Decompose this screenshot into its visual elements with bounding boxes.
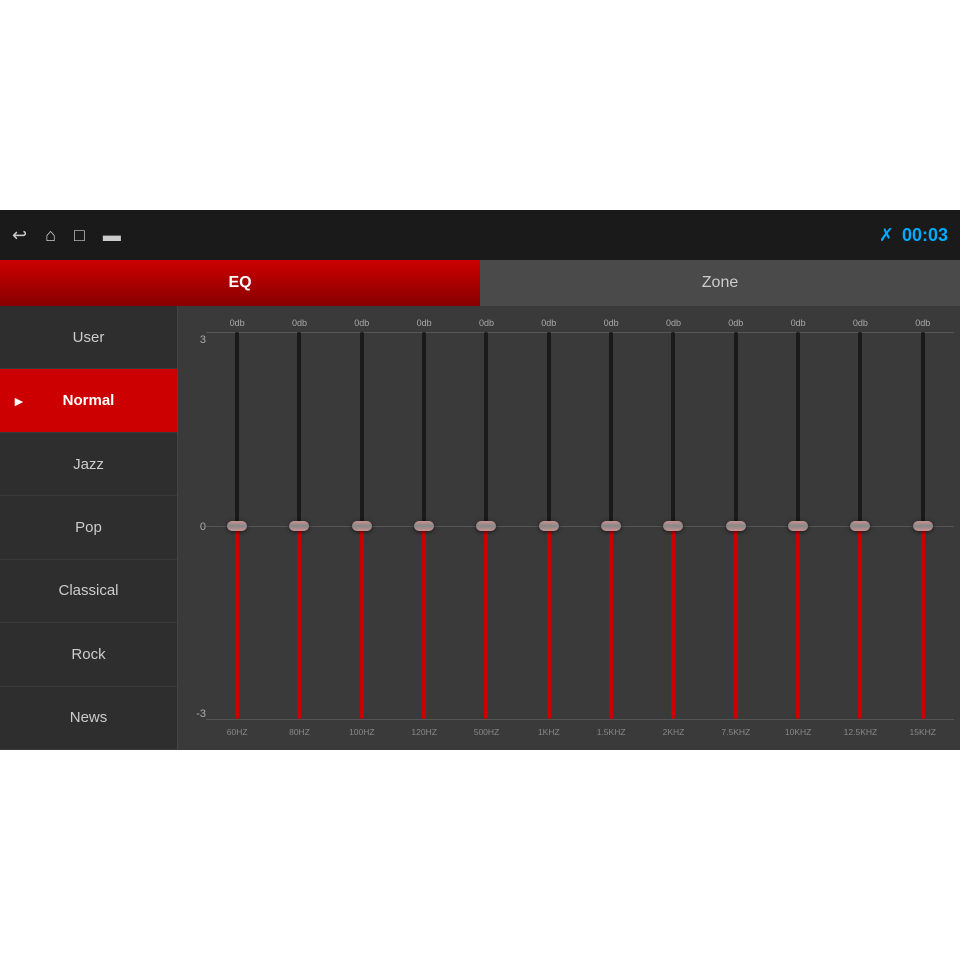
freq-label-0: 60HZ <box>206 722 268 742</box>
freq-label-10: 12.5KHZ <box>829 722 891 742</box>
sidebar-label-classical: Classical <box>58 582 118 599</box>
freq-label-3: 120HZ <box>393 722 455 742</box>
window-icon[interactable]: □ <box>74 225 85 246</box>
sidebar-item-normal[interactable]: ► Normal <box>0 369 177 432</box>
sidebar-item-classical[interactable]: Classical <box>0 560 177 623</box>
image-icon[interactable]: ▬ <box>103 225 121 246</box>
slider-track-1[interactable] <box>297 332 301 719</box>
play-arrow-icon: ► <box>12 393 26 409</box>
tab-zone[interactable]: Zone <box>480 260 960 306</box>
slider-track-8[interactable] <box>734 332 738 719</box>
slider-track-7[interactable] <box>671 332 675 719</box>
sidebar-item-user[interactable]: User <box>0 306 177 369</box>
slider-thumb-0[interactable] <box>227 521 247 531</box>
slider-track-0[interactable] <box>235 332 239 719</box>
db-value-7: 0db <box>642 314 704 332</box>
freq-label-8: 7.5KHZ <box>705 722 767 742</box>
db-label-bot: -3 <box>196 708 206 720</box>
slider-thumb-7[interactable] <box>663 521 683 531</box>
sidebar-label-rock: Rock <box>71 646 105 663</box>
db-value-8: 0db <box>705 314 767 332</box>
freq-label-7: 2KHZ <box>642 722 704 742</box>
slider-col-4[interactable] <box>455 332 517 719</box>
tab-eq[interactable]: EQ <box>0 260 480 306</box>
slider-col-5[interactable] <box>518 332 580 719</box>
slider-thumb-10[interactable] <box>850 521 870 531</box>
sidebar-item-pop[interactable]: Pop <box>0 496 177 559</box>
db-value-9: 0db <box>767 314 829 332</box>
tab-bar: EQ Zone <box>0 260 960 306</box>
freq-label-1: 80HZ <box>268 722 330 742</box>
bluetooth-icon: ✗ <box>879 225 894 246</box>
slider-col-0[interactable] <box>206 332 268 719</box>
slider-track-4[interactable] <box>484 332 488 719</box>
slider-thumb-4[interactable] <box>476 521 496 531</box>
slider-track-9[interactable] <box>796 332 800 719</box>
db-value-2: 0db <box>331 314 393 332</box>
freq-label-4: 500HZ <box>455 722 517 742</box>
slider-thumb-1[interactable] <box>289 521 309 531</box>
db-value-4: 0db <box>455 314 517 332</box>
slider-thumb-6[interactable] <box>601 521 621 531</box>
slider-track-5[interactable] <box>547 332 551 719</box>
db-value-11: 0db <box>892 314 954 332</box>
slider-col-8[interactable] <box>705 332 767 719</box>
slider-col-10[interactable] <box>829 332 891 719</box>
db-value-6: 0db <box>580 314 642 332</box>
main-content: User ► Normal Jazz Pop Classical Rock Ne… <box>0 306 960 750</box>
sidebar-label-pop: Pop <box>75 519 102 536</box>
sidebar-item-rock[interactable]: Rock <box>0 623 177 686</box>
slider-thumb-2[interactable] <box>352 521 372 531</box>
db-value-3: 0db <box>393 314 455 332</box>
sidebar: User ► Normal Jazz Pop Classical Rock Ne… <box>0 306 178 750</box>
back-icon[interactable]: ↩ <box>12 225 27 246</box>
slider-track-6[interactable] <box>609 332 613 719</box>
eq-area: 30-30db0db0db0db0db0db0db0db0db0db0db0db… <box>178 306 960 750</box>
freq-label-5: 1KHZ <box>518 722 580 742</box>
slider-thumb-3[interactable] <box>414 521 434 531</box>
slider-col-2[interactable] <box>331 332 393 719</box>
slider-track-11[interactable] <box>921 332 925 719</box>
home-icon[interactable]: ⌂ <box>45 225 56 246</box>
top-bar: ↩ ⌂ □ ▬ ✗ 00:03 <box>0 210 960 260</box>
slider-track-10[interactable] <box>858 332 862 719</box>
db-value-0: 0db <box>206 314 268 332</box>
freq-label-9: 10KHZ <box>767 722 829 742</box>
slider-thumb-5[interactable] <box>539 521 559 531</box>
sidebar-label-user: User <box>73 329 105 346</box>
slider-col-7[interactable] <box>642 332 704 719</box>
slider-col-1[interactable] <box>268 332 330 719</box>
freq-label-6: 1.5KHZ <box>580 722 642 742</box>
freq-label-2: 100HZ <box>331 722 393 742</box>
db-value-10: 0db <box>829 314 891 332</box>
db-value-5: 0db <box>518 314 580 332</box>
sidebar-item-news[interactable]: News <box>0 687 177 750</box>
slider-track-3[interactable] <box>422 332 426 719</box>
slider-col-6[interactable] <box>580 332 642 719</box>
sidebar-label-jazz: Jazz <box>73 456 104 473</box>
db-value-1: 0db <box>268 314 330 332</box>
slider-track-2[interactable] <box>360 332 364 719</box>
time-display: 00:03 <box>902 225 948 246</box>
slider-thumb-11[interactable] <box>913 521 933 531</box>
slider-thumb-9[interactable] <box>788 521 808 531</box>
sidebar-item-jazz[interactable]: Jazz <box>0 433 177 496</box>
slider-col-9[interactable] <box>767 332 829 719</box>
sidebar-label-normal: Normal <box>63 392 115 409</box>
sidebar-label-news: News <box>70 709 108 726</box>
slider-col-11[interactable] <box>892 332 954 719</box>
freq-label-11: 15KHZ <box>892 722 954 742</box>
slider-col-3[interactable] <box>393 332 455 719</box>
device-frame: ↩ ⌂ □ ▬ ✗ 00:03 EQ Zone User ► Normal <box>0 210 960 750</box>
slider-thumb-8[interactable] <box>726 521 746 531</box>
